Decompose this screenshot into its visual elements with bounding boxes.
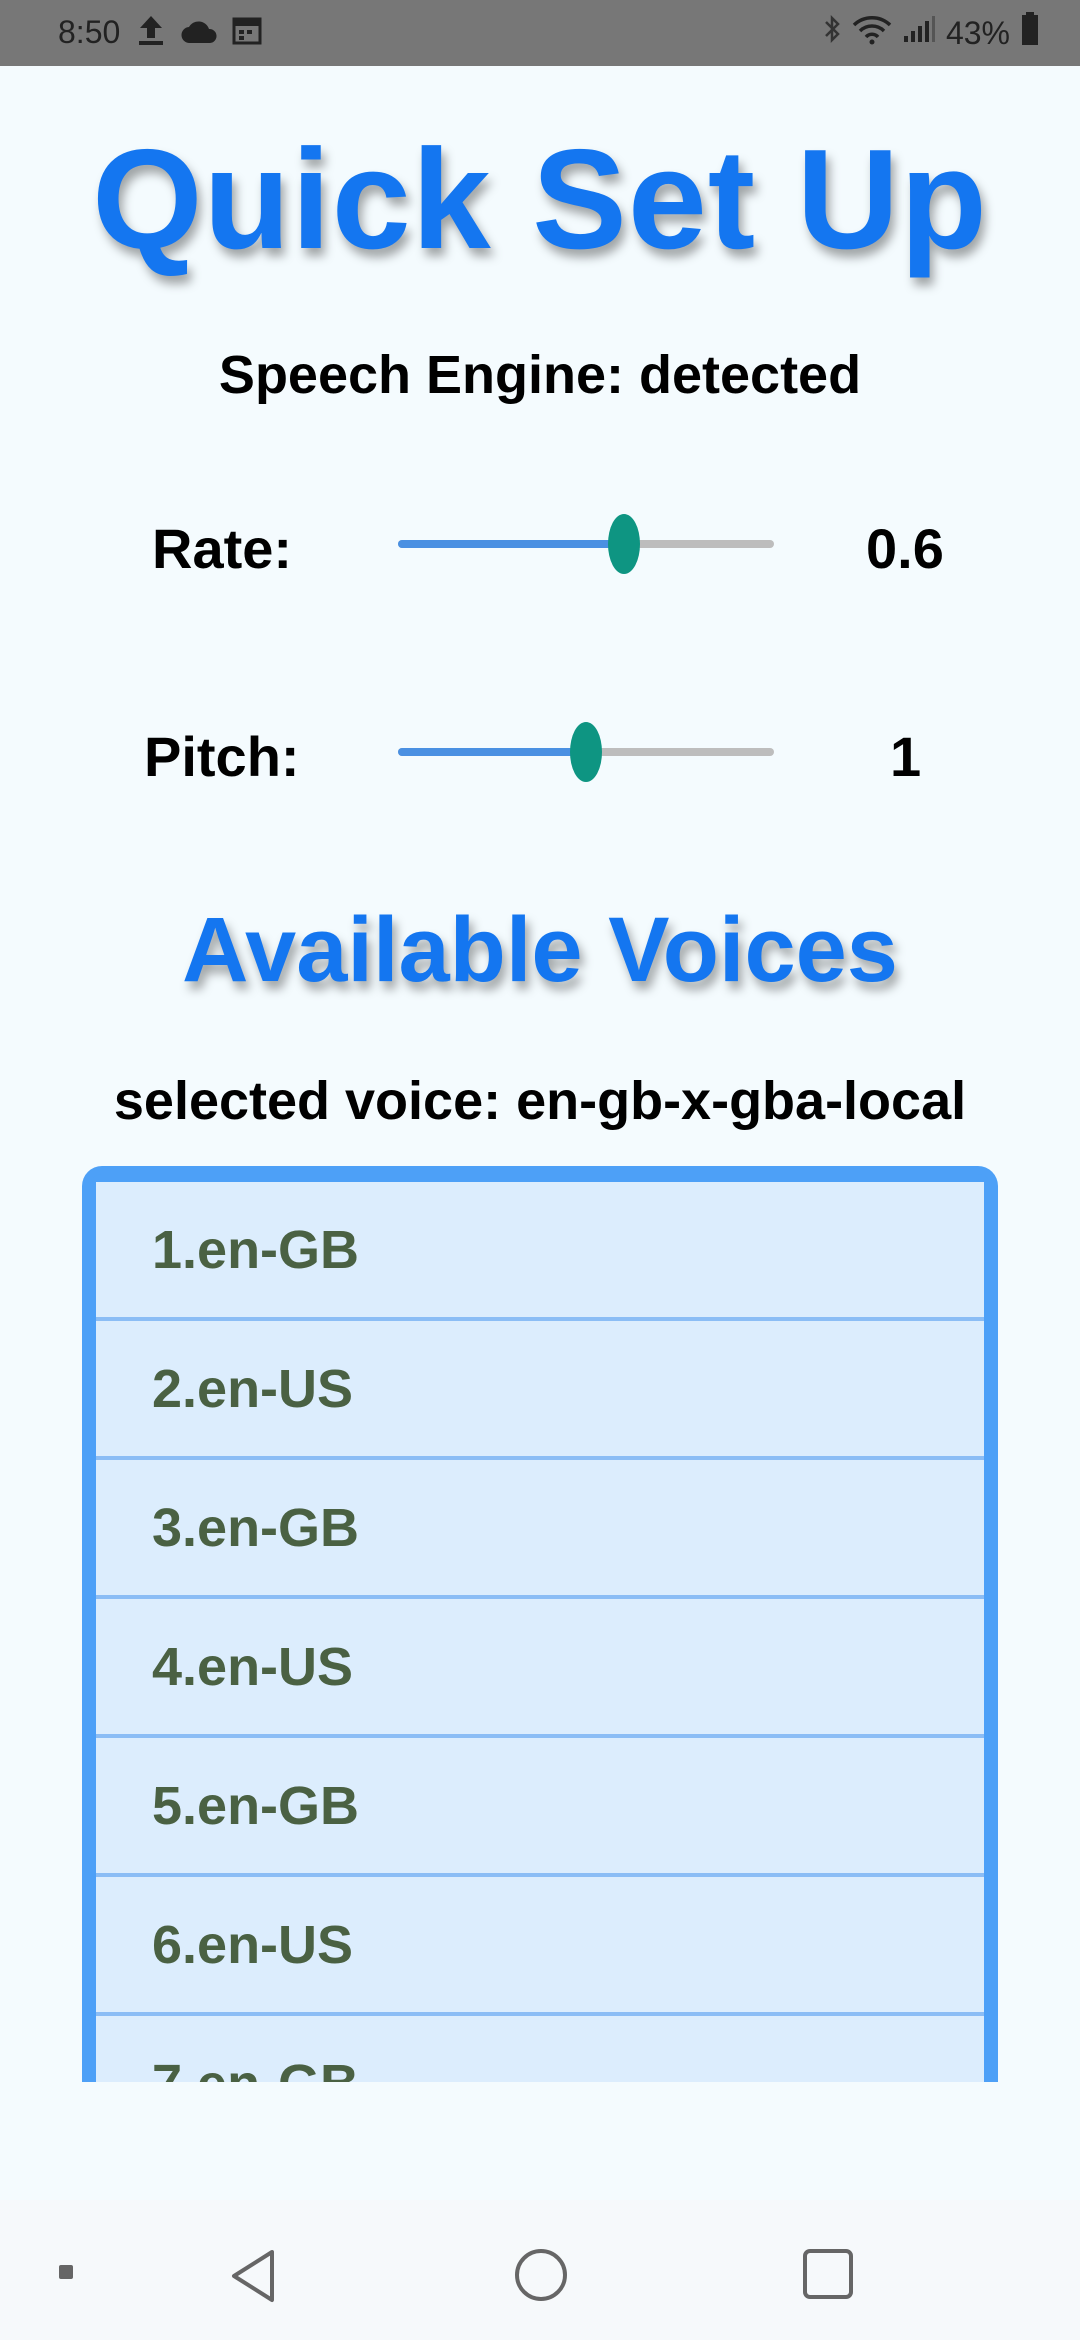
rate-slider-fill bbox=[398, 540, 624, 548]
voice-list-item[interactable]: 3.en-GB bbox=[96, 1460, 984, 1595]
voice-list-item[interactable]: 2.en-US bbox=[96, 1321, 984, 1456]
navigation-bar bbox=[0, 2200, 1080, 2340]
pitch-slider-row: Pitch: 1 bbox=[0, 712, 1080, 792]
voice-list-item[interactable]: 4.en-US bbox=[96, 1599, 984, 1734]
available-voices-heading: Available Voices bbox=[182, 899, 898, 1001]
pitch-slider-fill bbox=[398, 748, 586, 756]
signal-icon bbox=[902, 14, 936, 52]
voice-list-item[interactable]: 7.en-GB bbox=[96, 2016, 984, 2082]
calendar-icon bbox=[232, 15, 262, 53]
status-time: 8:50 bbox=[58, 14, 121, 50]
battery-icon bbox=[1020, 12, 1040, 54]
battery-percentage: 43% bbox=[945, 14, 1010, 51]
voice-list-item[interactable]: 5.en-GB bbox=[96, 1738, 984, 1873]
pitch-slider-thumb[interactable] bbox=[570, 722, 602, 782]
speech-engine-status: Speech Engine: detected bbox=[218, 345, 862, 405]
pitch-label: Pitch: bbox=[144, 725, 300, 788]
rate-slider-row: Rate: 0.6 bbox=[0, 504, 1080, 584]
rate-slider-thumb[interactable] bbox=[607, 514, 640, 574]
status-bar: 8:50 43% bbox=[0, 0, 1080, 66]
wifi-icon bbox=[852, 13, 892, 53]
pitch-slider[interactable] bbox=[398, 722, 774, 782]
home-icon[interactable] bbox=[514, 2248, 568, 2307]
page-title: Quick Set Up bbox=[92, 120, 988, 279]
pitch-value: 1 bbox=[890, 725, 922, 788]
voice-list-item[interactable]: 6.en-US bbox=[96, 1877, 984, 2012]
rate-slider[interactable] bbox=[398, 514, 774, 574]
back-icon[interactable] bbox=[228, 2248, 278, 2309]
voice-list[interactable]: 1.en-GB 2.en-US 3.en-GB 4.en-US 5.en-GB 6.en-… bbox=[82, 1166, 998, 2082]
recent-dot-icon[interactable] bbox=[58, 2264, 74, 2285]
cloud-icon bbox=[180, 16, 218, 53]
voice-list-item[interactable]: 1.en-GB bbox=[96, 1182, 984, 1317]
voice-list-inner: 1.en-GB 2.en-US 3.en-GB 4.en-US 5.en-GB 6.en-… bbox=[96, 1182, 984, 2082]
overview-icon[interactable] bbox=[802, 2248, 854, 2305]
selected-voice-label: selected voice: en-gb-x-gba-local bbox=[113, 1071, 967, 1131]
rate-label: Rate: bbox=[152, 517, 293, 580]
rate-value: 0.6 bbox=[866, 517, 944, 580]
upload-icon bbox=[136, 14, 166, 54]
bluetooth-icon bbox=[822, 13, 842, 53]
